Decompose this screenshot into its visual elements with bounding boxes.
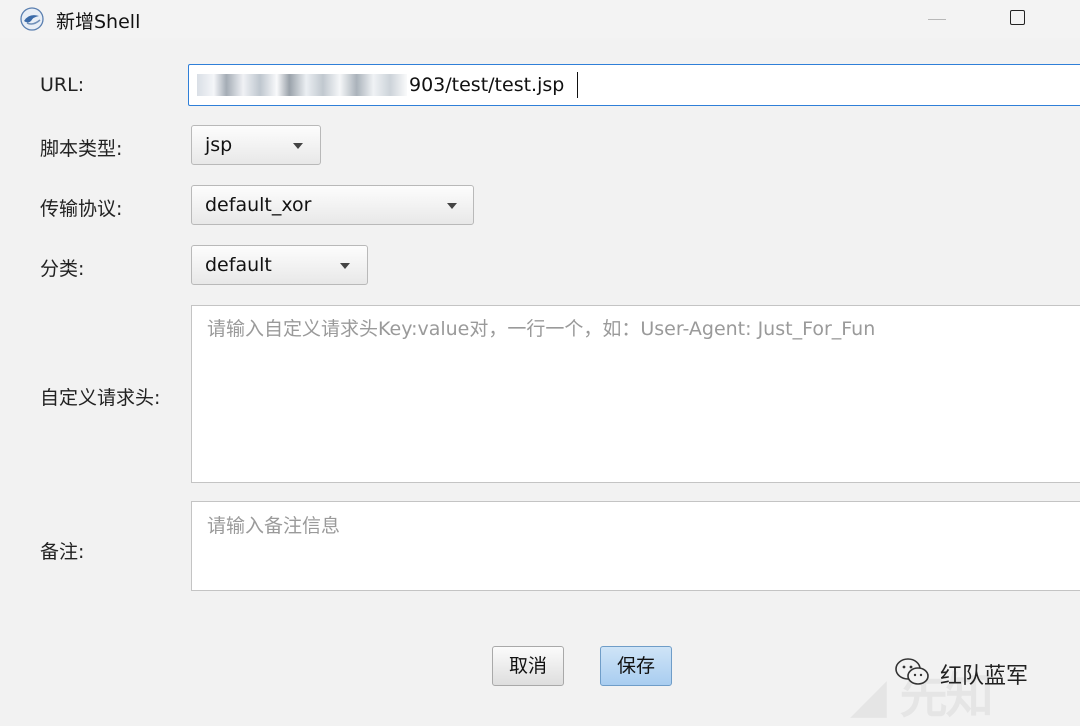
transport-select[interactable]: default_xor: [191, 185, 474, 225]
watermark: ◢ 先知 红队蓝军: [842, 642, 1080, 724]
script-type-value: jsp: [205, 134, 233, 156]
remark-label: 备注:: [40, 541, 85, 563]
maximize-button[interactable]: [997, 0, 1041, 38]
category-label: 分类:: [40, 258, 85, 280]
chevron-down-icon: [447, 203, 457, 209]
save-button[interactable]: 保存: [600, 646, 672, 686]
text-caret: [577, 72, 578, 98]
url-label: URL:: [40, 74, 85, 96]
script-type-select[interactable]: jsp: [191, 125, 321, 165]
remark-textarea[interactable]: 请输入备注信息: [191, 501, 1080, 591]
watermark-text: 红队蓝军: [940, 664, 1029, 689]
url-value: 903/test/test.jsp: [409, 74, 565, 96]
title-bar: 新增Shell: [0, 0, 1080, 38]
chevron-down-icon: [340, 263, 350, 269]
wechat-icon: [895, 658, 929, 685]
transport-value: default_xor: [205, 194, 312, 216]
remark-placeholder: 请输入备注信息: [207, 515, 341, 537]
window-title: 新增Shell: [56, 11, 141, 33]
app-logo-icon: [20, 7, 44, 31]
transport-label: 传输协议:: [40, 198, 123, 220]
url-input[interactable]: 903/test/test.jsp: [188, 64, 1080, 106]
script-type-label: 脚本类型:: [40, 138, 123, 160]
url-blurred-segment: [197, 74, 407, 96]
category-select[interactable]: default: [191, 245, 368, 285]
chevron-down-icon: [293, 143, 303, 149]
category-value: default: [205, 254, 272, 276]
custom-headers-textarea[interactable]: 请输入自定义请求头Key:value对，一行一个，如：User-Agent: J…: [191, 305, 1080, 483]
custom-headers-placeholder: 请输入自定义请求头Key:value对，一行一个，如：User-Agent: J…: [207, 318, 876, 340]
minimize-button[interactable]: [916, 0, 960, 38]
custom-headers-label: 自定义请求头:: [40, 387, 161, 409]
cancel-button[interactable]: 取消: [492, 646, 564, 686]
